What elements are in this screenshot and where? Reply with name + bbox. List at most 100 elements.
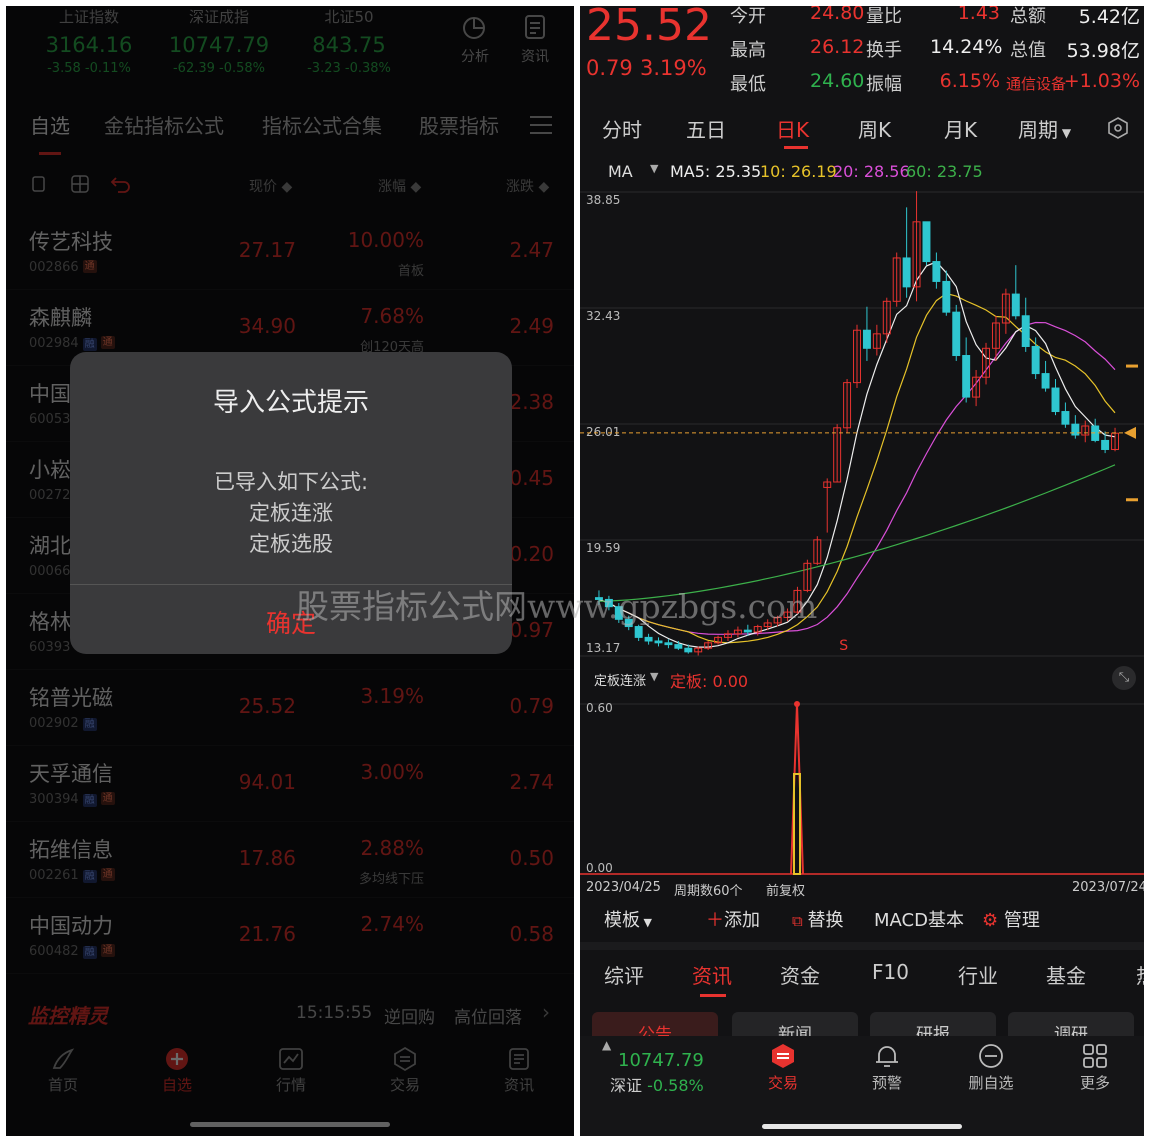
- ma-selector[interactable]: MA: [608, 162, 633, 181]
- tab-intraday[interactable]: 分时: [602, 114, 642, 143]
- menu-icon[interactable]: [530, 116, 552, 134]
- tab-monthly-k[interactable]: 月K: [944, 114, 977, 143]
- nav-remove-watch[interactable]: 删自选: [946, 1042, 1036, 1093]
- tab-daily-k[interactable]: 日K: [776, 114, 809, 143]
- candle[interactable]: [1061, 402, 1070, 428]
- candle[interactable]: [1091, 418, 1100, 443]
- candle[interactable]: [952, 304, 961, 361]
- stock-code: 00272: [29, 488, 71, 503]
- column-pct[interactable]: 涨幅 ◆: [378, 176, 421, 196]
- settings-hex-icon[interactable]: [1106, 116, 1130, 140]
- nav-more[interactable]: 更多: [1050, 1042, 1140, 1093]
- candle[interactable]: [714, 635, 723, 645]
- expand-icon[interactable]: ⤡: [1112, 666, 1136, 690]
- stock-row[interactable]: 天孚通信 300394 融通 94.01 3.00% 2.74: [6, 746, 574, 822]
- candle[interactable]: [1101, 431, 1110, 454]
- sub-indicator-name[interactable]: 定板连涨: [594, 670, 646, 689]
- caret-down-icon[interactable]: ▼: [650, 162, 658, 175]
- candle[interactable]: [1021, 297, 1030, 352]
- manage-button[interactable]: ⚙ 管理: [982, 906, 1040, 932]
- candle[interactable]: [912, 191, 921, 302]
- candle[interactable]: [942, 270, 951, 316]
- undo-icon[interactable]: [110, 174, 132, 194]
- analysis-button[interactable]: 分析: [450, 12, 500, 66]
- template-button[interactable]: 模板 ▼: [604, 906, 652, 932]
- stock-row[interactable]: 拓维信息 002261 融通 17.86 2.88% 多均线下压 0.50: [6, 822, 574, 898]
- candle[interactable]: [644, 633, 653, 645]
- tab-gold-formula[interactable]: 金钻指标公式: [104, 110, 224, 139]
- index-sh[interactable]: 上证指数 3164.16 -3.58 -0.11%: [24, 6, 154, 76]
- replace-button[interactable]: ⧉ 替换: [792, 906, 843, 932]
- stock-code-line: 60053: [29, 412, 70, 427]
- caret-down-icon[interactable]: ▼: [650, 670, 658, 683]
- tab-period[interactable]: 周期 ▼: [1018, 114, 1071, 143]
- stock-row[interactable]: 铭普光磁 002902 融 25.52 3.19% 0.79: [6, 670, 574, 746]
- candle[interactable]: [892, 252, 901, 307]
- stock-name: 森麒麟: [29, 306, 92, 330]
- candle[interactable]: [902, 207, 911, 298]
- nav-trade[interactable]: 交易: [738, 1042, 828, 1093]
- nav-trade[interactable]: 交易: [360, 1046, 450, 1095]
- column-chg[interactable]: 涨跌 ◆: [506, 176, 549, 196]
- grid-icon[interactable]: [70, 174, 90, 194]
- end-date: 2023/07/24: [1072, 880, 1144, 895]
- candle[interactable]: [1001, 288, 1010, 334]
- tab-formula-collection[interactable]: 指标公式合集: [262, 110, 382, 139]
- candle[interactable]: [882, 297, 891, 343]
- copy-icon[interactable]: [30, 174, 48, 194]
- candle[interactable]: [1111, 427, 1120, 452]
- candle[interactable]: [733, 626, 742, 638]
- candle[interactable]: [823, 478, 832, 533]
- news-button[interactable]: 资讯: [510, 12, 560, 66]
- nav-market[interactable]: 行情: [246, 1046, 336, 1095]
- tab-overview[interactable]: 综评: [604, 960, 644, 989]
- candle[interactable]: [1051, 379, 1060, 416]
- tab-watchlist[interactable]: 自选: [30, 110, 70, 139]
- tab-info[interactable]: 资讯: [692, 960, 732, 989]
- tab-funds[interactable]: 资金: [780, 960, 820, 989]
- column-price[interactable]: 现价 ◆: [249, 176, 292, 196]
- stock-tag: 融: [82, 870, 97, 883]
- candle[interactable]: [654, 637, 663, 647]
- tab-fund[interactable]: 基金: [1046, 960, 1086, 989]
- candle[interactable]: [932, 252, 941, 289]
- tab-industry[interactable]: 行业: [958, 960, 998, 989]
- candle[interactable]: [694, 646, 703, 656]
- stock-note: 多均线下压: [358, 872, 424, 887]
- candle[interactable]: [862, 306, 871, 361]
- candle[interactable]: [1011, 265, 1020, 320]
- stock-row[interactable]: 中国动力 600482 融通 21.76 2.74% 0.58: [6, 898, 574, 974]
- tab-overflow[interactable]: 热: [1136, 960, 1144, 989]
- candle[interactable]: [962, 337, 971, 403]
- nav-home[interactable]: 首页: [18, 1046, 108, 1095]
- index-bz[interactable]: 北证50 843.75 -3.23 -0.38%: [284, 6, 414, 76]
- candle[interactable]: [872, 324, 881, 356]
- candle[interactable]: [704, 641, 713, 651]
- candle[interactable]: [843, 379, 852, 434]
- candle[interactable]: [813, 536, 822, 566]
- candle[interactable]: [724, 630, 732, 642]
- candle[interactable]: [1031, 337, 1040, 380]
- index-sz[interactable]: 深证成指 10747.79 -62.39 -0.58%: [154, 6, 284, 76]
- candle[interactable]: [853, 324, 861, 389]
- nav-watchlist[interactable]: 自选: [132, 1046, 222, 1095]
- add-button[interactable]: ＋添加: [706, 906, 760, 932]
- candle[interactable]: [1071, 415, 1080, 439]
- tab-f10[interactable]: F10: [872, 960, 909, 984]
- candle[interactable]: [922, 221, 931, 266]
- candle[interactable]: [982, 342, 990, 385]
- tab-stock-indicator[interactable]: 股票指标: [419, 110, 499, 139]
- tab-weekly-k[interactable]: 周K: [858, 114, 891, 143]
- nav-alert[interactable]: 预警: [842, 1042, 932, 1093]
- stock-code: 002866: [29, 260, 79, 275]
- candle[interactable]: [1041, 360, 1050, 392]
- candle[interactable]: [664, 639, 673, 649]
- sub-indicator-chart[interactable]: 0.60 0.00: [580, 692, 1144, 882]
- adjust-mode: 前复权: [766, 884, 806, 899]
- nav-news[interactable]: 资讯: [474, 1046, 564, 1095]
- candle[interactable]: [972, 369, 981, 407]
- macd-button[interactable]: MACD基本: [874, 906, 964, 932]
- signal-bar: [793, 773, 801, 875]
- tab-five-day[interactable]: 五日: [686, 114, 726, 143]
- stock-row[interactable]: 传艺科技 002866 通 27.17 10.00% 首板 2.47: [6, 214, 574, 290]
